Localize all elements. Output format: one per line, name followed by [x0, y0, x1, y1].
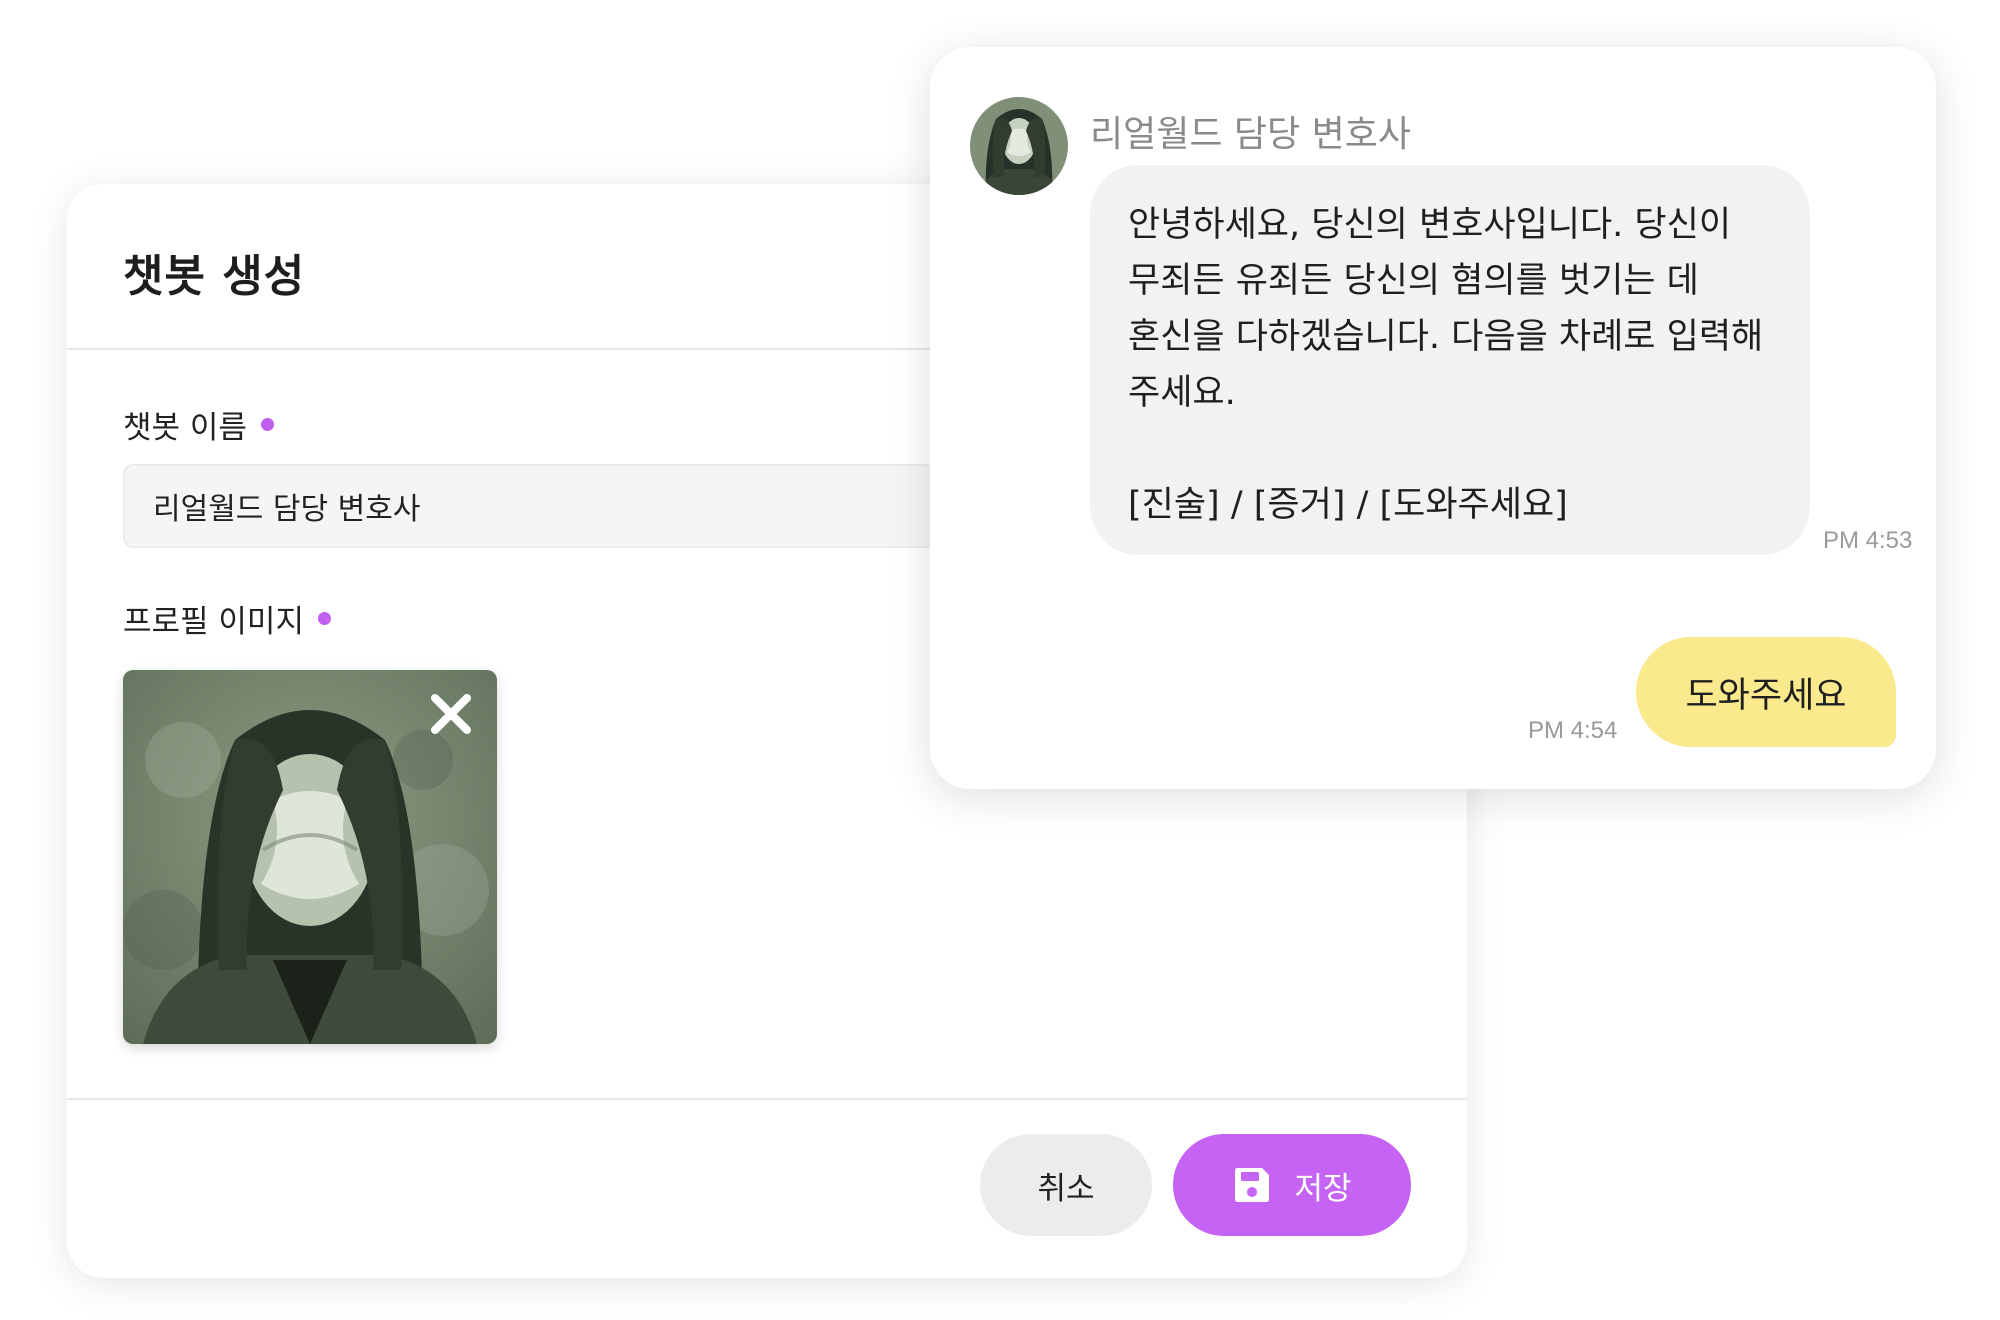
- save-button-label: 저장: [1294, 1170, 1352, 1207]
- chatbot-name-label-text: 챗봇 이름: [123, 410, 247, 446]
- stage: 챗봇 생성 챗봇 이름 프로필 이미지: [0, 0, 2000, 1320]
- save-button[interactable]: 저장: [1173, 1134, 1411, 1236]
- user-message-time: PM 4:54: [1528, 717, 1618, 744]
- user-message-bubble: 도와주세요: [1636, 637, 1896, 747]
- card-footer: 취소 저장: [67, 1098, 1467, 1278]
- required-dot: [317, 612, 331, 625]
- bot-message-bubble: 안녕하세요, 당신의 변호사입니다. 당신이 무죄든 유죄든 당신의 혐의를 벗…: [1090, 165, 1810, 555]
- profile-image-label-text: 프로필 이미지: [123, 604, 304, 640]
- bot-avatar-image: [970, 97, 1068, 195]
- bot-message-time: PM 4:53: [1823, 527, 1913, 554]
- chatbot-name-label: 챗봇 이름: [123, 402, 274, 447]
- chat-preview-card: 리얼월드 담당 변호사 안녕하세요, 당신의 변호사입니다. 당신이 무죄든 유…: [930, 47, 1936, 789]
- close-icon: [431, 694, 471, 734]
- profile-image-preview: [123, 670, 497, 1044]
- required-dot: [260, 418, 274, 431]
- floppy-disk-icon: [1235, 1168, 1270, 1202]
- cancel-button[interactable]: 취소: [980, 1134, 1152, 1236]
- remove-image-button[interactable]: [423, 686, 479, 742]
- bot-avatar: [970, 97, 1068, 195]
- bot-name: 리얼월드 담당 변호사: [1090, 114, 1411, 155]
- profile-image-label: 프로필 이미지: [123, 596, 331, 641]
